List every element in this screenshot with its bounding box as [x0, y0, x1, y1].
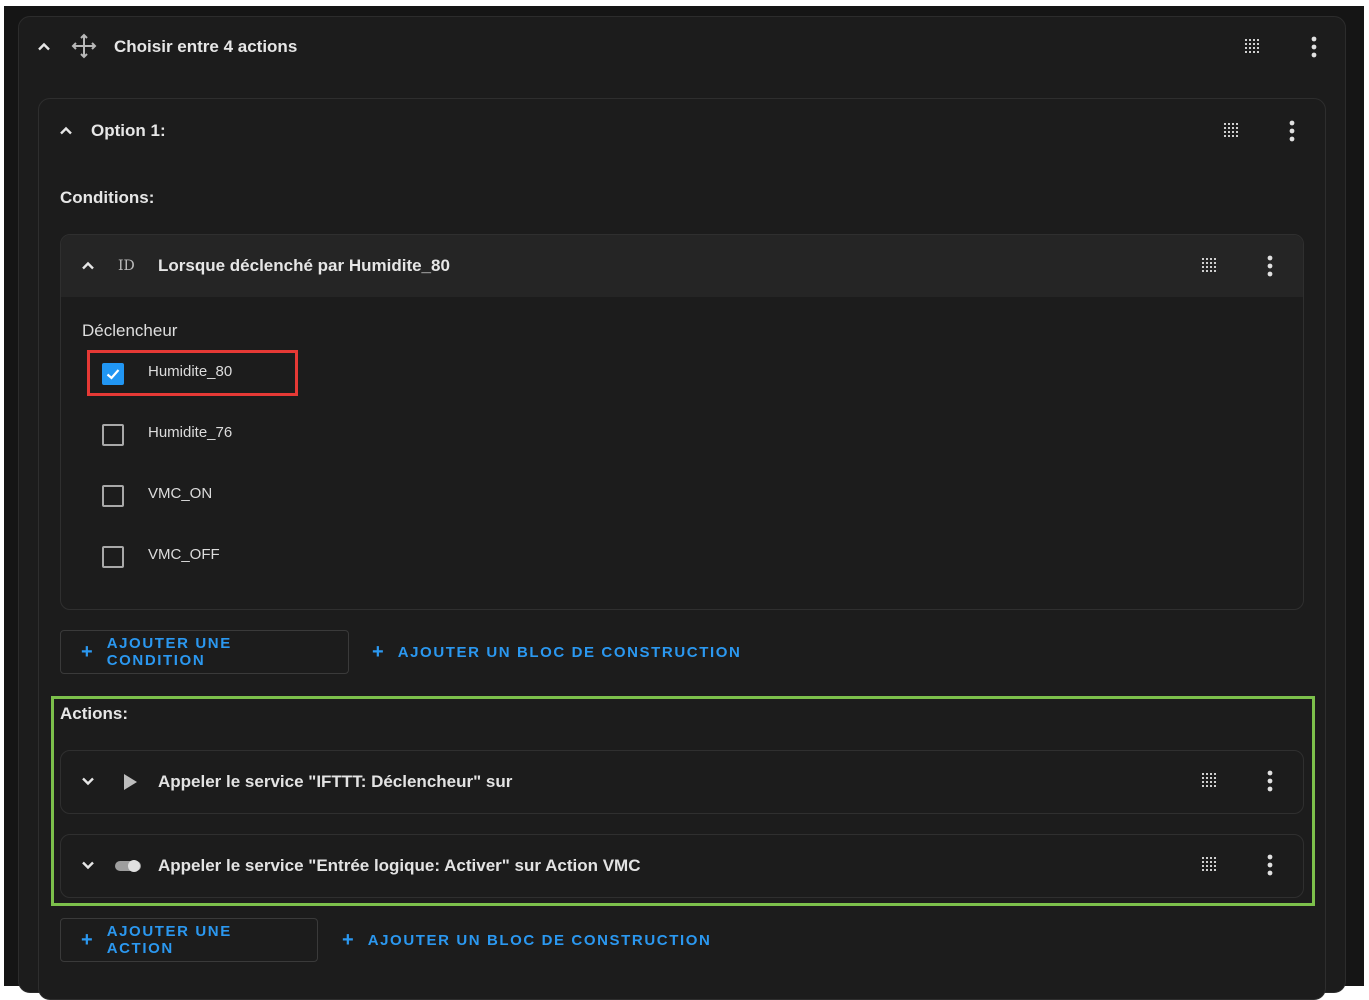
plus-icon: + — [81, 928, 93, 951]
more-vert-icon[interactable] — [1300, 33, 1328, 61]
condition-title: Lorsque déclenché par Humidite_80 — [158, 256, 450, 275]
more-vert-icon[interactable] — [1256, 252, 1284, 280]
drag-handle-icon[interactable] — [1238, 33, 1266, 61]
highlight-green-box — [51, 696, 1315, 906]
condition-card — [60, 234, 1304, 610]
trigger-checkbox-vmc-on[interactable] — [102, 485, 124, 507]
add-building-block-label: AJOUTER UN BLOC DE CONSTRUCTION — [367, 931, 712, 949]
trigger-checkbox-humidite-76[interactable] — [102, 424, 124, 446]
add-action-label: AJOUTER UNE ACTION — [106, 923, 232, 957]
chevron-up-icon[interactable] — [30, 33, 58, 61]
plus-icon: + — [342, 928, 354, 951]
id-badge-icon: ID — [118, 258, 135, 274]
conditions-heading: Conditions: — [60, 188, 155, 207]
add-condition-label: AJOUTER UNE CONDITION — [106, 635, 232, 669]
add-building-block-button[interactable]: + AJOUTER UN BLOC DE CONSTRUCTION — [342, 918, 711, 962]
add-action-button[interactable]: + AJOUTER UNE ACTION — [60, 918, 318, 962]
more-vert-icon[interactable] — [1278, 117, 1306, 145]
trigger-label-vmc-on[interactable]: VMC_ON — [148, 485, 212, 502]
drag-handle-icon[interactable] — [1195, 252, 1223, 280]
add-condition-button[interactable]: + AJOUTER UNE CONDITION — [60, 630, 349, 674]
highlight-red-box — [87, 350, 298, 396]
add-building-block-label: AJOUTER UN BLOC DE CONSTRUCTION — [397, 643, 742, 661]
option-title: Option 1: — [91, 121, 166, 140]
plus-icon: + — [372, 640, 384, 663]
choose-title: Choisir entre 4 actions — [114, 37, 298, 56]
trigger-label: Déclencheur — [82, 321, 178, 340]
trigger-label-vmc-off[interactable]: VMC_OFF — [148, 546, 220, 563]
choose-arrows-icon — [70, 32, 98, 60]
plus-icon: + — [81, 640, 93, 663]
add-building-block-button[interactable]: + AJOUTER UN BLOC DE CONSTRUCTION — [372, 630, 741, 674]
chevron-up-icon[interactable] — [74, 252, 102, 280]
chevron-up-icon[interactable] — [52, 117, 80, 145]
trigger-checkbox-vmc-off[interactable] — [102, 546, 124, 568]
drag-handle-icon[interactable] — [1217, 117, 1245, 145]
trigger-label-humidite-76[interactable]: Humidite_76 — [148, 424, 232, 441]
